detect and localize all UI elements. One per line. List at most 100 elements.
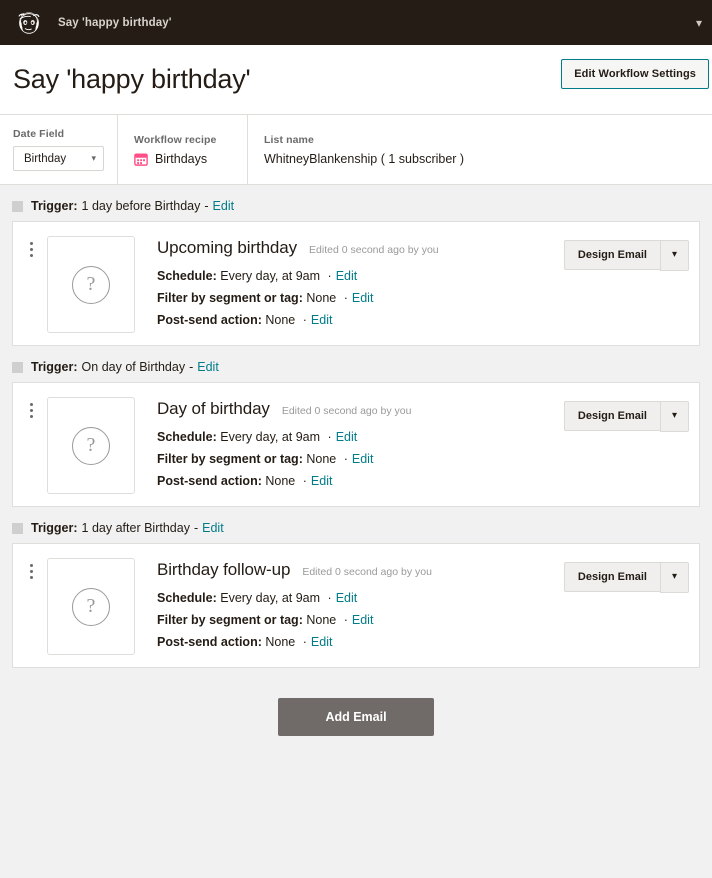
email-thumbnail[interactable]: ? bbox=[47, 236, 135, 333]
postsend-edit-link[interactable]: Edit bbox=[311, 313, 333, 327]
list-name-label: List name bbox=[264, 134, 696, 146]
schedule-value: Every day, at 9am bbox=[220, 269, 320, 283]
email-card-actions: Design Email ▾ bbox=[564, 236, 689, 271]
trigger-square-icon bbox=[12, 201, 23, 212]
meta-date-field: Date Field Birthday ▾ bbox=[0, 115, 118, 184]
meta-list-name: List name WhitneyBlankenship ( 1 subscri… bbox=[248, 115, 712, 184]
workflow-recipe-label: Workflow recipe bbox=[134, 134, 231, 146]
edit-workflow-settings-button[interactable]: Edit Workflow Settings bbox=[561, 59, 709, 89]
page-header: Say 'happy birthday' Edit Workflow Setti… bbox=[0, 45, 712, 115]
schedule-line: Schedule: Every day, at 9am ·Edit bbox=[157, 430, 564, 445]
date-field-label: Date Field bbox=[13, 128, 101, 140]
date-field-select[interactable]: Birthday ▾ bbox=[13, 146, 104, 171]
trigger-separator: - bbox=[204, 199, 208, 213]
kebab-menu-icon[interactable] bbox=[23, 397, 39, 418]
email-edited-timestamp: Edited 0 second ago by you bbox=[282, 405, 412, 417]
trigger-value: On day of Birthday bbox=[82, 360, 186, 374]
trigger-edit-link[interactable]: Edit bbox=[197, 360, 219, 374]
design-email-dropdown-toggle[interactable]: ▾ bbox=[660, 401, 689, 432]
design-email-dropdown-toggle[interactable]: ▾ bbox=[660, 240, 689, 271]
question-mark-circle-icon: ? bbox=[72, 588, 110, 626]
trigger-row: Trigger: 1 day before Birthday - Edit bbox=[0, 185, 712, 221]
filter-edit-link[interactable]: Edit bbox=[352, 452, 374, 466]
postsend-line: Post-send action: None ·Edit bbox=[157, 474, 564, 489]
workflow-meta-bar: Date Field Birthday ▾ Workflow recipe Bi… bbox=[0, 115, 712, 185]
filter-label: Filter by segment or tag: bbox=[157, 613, 303, 627]
schedule-line: Schedule: Every day, at 9am ·Edit bbox=[157, 269, 564, 284]
schedule-edit-link[interactable]: Edit bbox=[336, 591, 358, 605]
email-edited-timestamp: Edited 0 second ago by you bbox=[302, 566, 432, 578]
question-mark-circle-icon: ? bbox=[72, 266, 110, 304]
chevron-down-icon[interactable]: ▾ bbox=[696, 17, 702, 29]
filter-value: None bbox=[306, 291, 336, 305]
filter-label: Filter by segment or tag: bbox=[157, 452, 303, 466]
email-card-body: Day of birthday Edited 0 second ago by y… bbox=[135, 397, 564, 496]
trigger-separator: - bbox=[189, 360, 193, 374]
mailchimp-monkey-logo bbox=[14, 8, 44, 38]
design-email-button[interactable]: Design Email bbox=[564, 401, 660, 431]
email-step-card: ? Birthday follow-up Edited 0 second ago… bbox=[12, 543, 700, 668]
add-email-container: Add Email bbox=[0, 668, 712, 736]
postsend-line: Post-send action: None ·Edit bbox=[157, 635, 564, 650]
design-email-dropdown-toggle[interactable]: ▾ bbox=[660, 562, 689, 593]
postsend-value: None bbox=[265, 474, 295, 488]
add-email-button[interactable]: Add Email bbox=[278, 698, 434, 736]
email-thumbnail[interactable]: ? bbox=[47, 558, 135, 655]
design-email-button[interactable]: Design Email bbox=[564, 562, 660, 592]
question-mark-circle-icon: ? bbox=[72, 427, 110, 465]
top-navigation-bar: Say 'happy birthday' ▾ bbox=[0, 0, 712, 45]
schedule-label: Schedule: bbox=[157, 430, 217, 444]
postsend-label: Post-send action: bbox=[157, 313, 262, 327]
trigger-square-icon bbox=[12, 523, 23, 534]
trigger-label: Trigger: bbox=[31, 521, 78, 535]
schedule-label: Schedule: bbox=[157, 591, 217, 605]
email-card-body: Birthday follow-up Edited 0 second ago b… bbox=[135, 558, 564, 657]
postsend-label: Post-send action: bbox=[157, 635, 262, 649]
postsend-value: None bbox=[265, 313, 295, 327]
filter-line: Filter by segment or tag: None ·Edit bbox=[157, 452, 564, 467]
postsend-edit-link[interactable]: Edit bbox=[311, 474, 333, 488]
date-field-value: Birthday bbox=[24, 153, 66, 165]
postsend-edit-link[interactable]: Edit bbox=[311, 635, 333, 649]
email-thumbnail[interactable]: ? bbox=[47, 397, 135, 494]
email-card-body: Upcoming birthday Edited 0 second ago by… bbox=[135, 236, 564, 335]
filter-edit-link[interactable]: Edit bbox=[352, 291, 374, 305]
filter-label: Filter by segment or tag: bbox=[157, 291, 303, 305]
page-title: Say 'happy birthday' bbox=[13, 64, 250, 95]
schedule-label: Schedule: bbox=[157, 269, 217, 283]
trigger-edit-link[interactable]: Edit bbox=[213, 199, 235, 213]
list-name-value: WhitneyBlankenship ( 1 subscriber ) bbox=[264, 152, 696, 166]
trigger-label: Trigger: bbox=[31, 199, 78, 213]
trigger-edit-link[interactable]: Edit bbox=[202, 521, 224, 535]
postsend-value: None bbox=[265, 635, 295, 649]
schedule-edit-link[interactable]: Edit bbox=[336, 430, 358, 444]
chevron-down-icon: ▾ bbox=[91, 153, 96, 164]
workflow-steps-container: Trigger: 1 day before Birthday - Edit ? … bbox=[0, 185, 712, 878]
trigger-value: 1 day before Birthday bbox=[82, 199, 201, 213]
schedule-edit-link[interactable]: Edit bbox=[336, 269, 358, 283]
kebab-menu-icon[interactable] bbox=[23, 236, 39, 257]
trigger-row: Trigger: On day of Birthday - Edit bbox=[0, 346, 712, 382]
mailchimp-logo-link[interactable] bbox=[0, 8, 58, 38]
filter-value: None bbox=[306, 613, 336, 627]
filter-edit-link[interactable]: Edit bbox=[352, 613, 374, 627]
email-title: Upcoming birthday bbox=[157, 238, 297, 258]
trigger-separator: - bbox=[194, 521, 198, 535]
filter-line: Filter by segment or tag: None ·Edit bbox=[157, 291, 564, 306]
trigger-label: Trigger: bbox=[31, 360, 78, 374]
trigger-value: 1 day after Birthday bbox=[82, 521, 190, 535]
trigger-square-icon bbox=[12, 362, 23, 373]
postsend-label: Post-send action: bbox=[157, 474, 262, 488]
email-step-card: ? Upcoming birthday Edited 0 second ago … bbox=[12, 221, 700, 346]
filter-value: None bbox=[306, 452, 336, 466]
schedule-value: Every day, at 9am bbox=[220, 591, 320, 605]
email-step-card: ? Day of birthday Edited 0 second ago by… bbox=[12, 382, 700, 507]
email-title: Birthday follow-up bbox=[157, 560, 290, 580]
workflow-recipe-value: Birthdays bbox=[155, 152, 207, 166]
nav-workflow-title: Say 'happy birthday' bbox=[58, 17, 172, 29]
design-email-button[interactable]: Design Email bbox=[564, 240, 660, 270]
kebab-menu-icon[interactable] bbox=[23, 558, 39, 579]
trigger-row: Trigger: 1 day after Birthday - Edit bbox=[0, 507, 712, 543]
email-edited-timestamp: Edited 0 second ago by you bbox=[309, 244, 439, 256]
calendar-icon bbox=[134, 152, 148, 166]
